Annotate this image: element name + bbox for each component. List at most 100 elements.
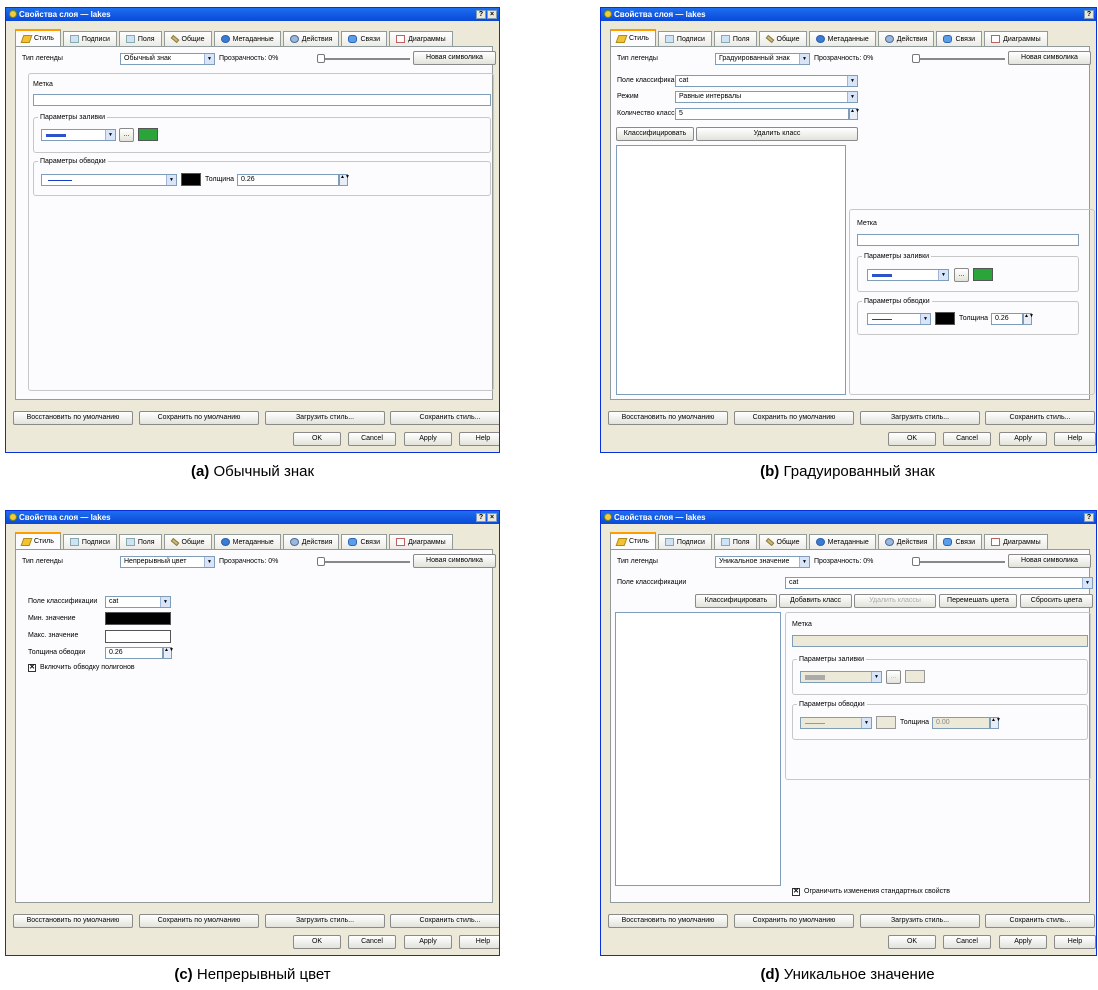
- help-button[interactable]: Help: [1054, 935, 1096, 949]
- add-class-button[interactable]: Добавить класс: [779, 594, 852, 608]
- save-style-button[interactable]: Сохранить стиль...: [985, 411, 1095, 425]
- load-style-button[interactable]: Загрузить стиль...: [265, 411, 385, 425]
- tab-general[interactable]: Общие: [758, 31, 807, 46]
- transparency-slider[interactable]: [318, 58, 410, 60]
- class-field-combo[interactable]: cat ▼: [105, 596, 171, 608]
- label-input[interactable]: [857, 234, 1079, 246]
- restrict-checkbox[interactable]: ✕: [792, 888, 800, 896]
- tab-diagrams[interactable]: Диаграммы: [389, 31, 453, 46]
- outline-style-combo[interactable]: ▼: [41, 174, 177, 186]
- cancel-button[interactable]: Cancel: [943, 935, 991, 949]
- save-default-button[interactable]: Сохранить по умолчанию: [734, 411, 854, 425]
- label-input[interactable]: [33, 94, 491, 106]
- new-symbology-button[interactable]: Новая символика: [1008, 51, 1091, 65]
- close-title-button[interactable]: ×: [487, 10, 497, 19]
- tab-style[interactable]: Стиль: [15, 532, 61, 549]
- class-list[interactable]: [615, 612, 781, 886]
- spin-arrows-icon[interactable]: ▲▼: [339, 174, 350, 186]
- new-symbology-button[interactable]: Новая символика: [1008, 554, 1091, 568]
- save-style-button[interactable]: Сохранить стиль...: [390, 914, 499, 928]
- tab-joins[interactable]: Связи: [936, 31, 983, 46]
- slider-handle[interactable]: [912, 557, 920, 566]
- fill-style-combo[interactable]: ▼: [800, 671, 882, 683]
- slider-handle[interactable]: [317, 557, 325, 566]
- thickness-input[interactable]: 0.26: [991, 313, 1023, 325]
- apply-button[interactable]: Apply: [999, 935, 1047, 949]
- slider-handle[interactable]: [912, 54, 920, 63]
- load-style-button[interactable]: Загрузить стиль...: [860, 914, 980, 928]
- tab-metadata[interactable]: Метаданные: [213, 534, 281, 549]
- restore-default-button[interactable]: Восстановить по умолчанию: [13, 914, 133, 928]
- min-color-button[interactable]: [105, 612, 171, 625]
- ok-button[interactable]: OK: [293, 935, 341, 949]
- load-style-button[interactable]: Загрузить стиль...: [265, 914, 385, 928]
- tab-actions[interactable]: Действия: [877, 534, 935, 549]
- legend-type-combo[interactable]: Градуированный знак ▼: [715, 53, 810, 65]
- class-field-combo[interactable]: cat ▼: [675, 75, 858, 87]
- help-button[interactable]: Help: [459, 432, 499, 446]
- tab-style[interactable]: Стиль: [610, 29, 656, 46]
- restore-default-button[interactable]: Восстановить по умолчанию: [608, 914, 728, 928]
- ok-button[interactable]: OK: [888, 432, 936, 446]
- outline-color-button[interactable]: [935, 312, 955, 325]
- tab-joins[interactable]: Связи: [341, 534, 388, 549]
- spin-arrows-icon[interactable]: ▲▼: [849, 108, 860, 120]
- fill-style-combo[interactable]: ▼: [41, 129, 116, 141]
- tab-general[interactable]: Общие: [163, 31, 212, 46]
- transparency-slider[interactable]: [913, 58, 1005, 60]
- more-button[interactable]: ...: [886, 670, 901, 684]
- cancel-button[interactable]: Cancel: [943, 432, 991, 446]
- tab-labels[interactable]: Подписи: [657, 534, 712, 549]
- tab-metadata[interactable]: Метаданные: [213, 31, 281, 46]
- tab-labels[interactable]: Подписи: [62, 31, 117, 46]
- delete-class-button[interactable]: Удалить класс: [696, 127, 858, 141]
- reset-colors-button[interactable]: Сбросить цвета: [1020, 594, 1093, 608]
- save-style-button[interactable]: Сохранить стиль...: [985, 914, 1095, 928]
- help-button[interactable]: Help: [459, 935, 499, 949]
- cancel-button[interactable]: Cancel: [348, 935, 396, 949]
- outline-width-input[interactable]: 0.26: [105, 647, 163, 659]
- ok-button[interactable]: OK: [293, 432, 341, 446]
- label-input[interactable]: [792, 635, 1088, 647]
- thickness-input[interactable]: 0.26: [237, 174, 339, 186]
- tab-joins[interactable]: Связи: [936, 534, 983, 549]
- save-default-button[interactable]: Сохранить по умолчанию: [139, 914, 259, 928]
- apply-button[interactable]: Apply: [404, 935, 452, 949]
- cancel-button[interactable]: Cancel: [348, 432, 396, 446]
- outline-color-button[interactable]: [876, 716, 896, 729]
- tab-diagrams[interactable]: Диаграммы: [984, 534, 1048, 549]
- transparency-slider[interactable]: [913, 561, 1005, 563]
- legend-type-combo[interactable]: Обычный знак ▼: [120, 53, 215, 65]
- help-title-button[interactable]: ?: [476, 10, 486, 19]
- legend-type-combo[interactable]: Непрерывный цвет ▼: [120, 556, 215, 568]
- tab-metadata[interactable]: Метаданные: [808, 534, 876, 549]
- outline-style-combo[interactable]: ▼: [800, 717, 872, 729]
- outline-color-button[interactable]: [181, 173, 201, 186]
- restore-default-button[interactable]: Восстановить по умолчанию: [608, 411, 728, 425]
- spin-arrows-icon[interactable]: ▲▼: [990, 717, 1001, 729]
- tab-diagrams[interactable]: Диаграммы: [984, 31, 1048, 46]
- fill-color-button[interactable]: [905, 670, 925, 683]
- tab-general[interactable]: Общие: [163, 534, 212, 549]
- shuffle-colors-button[interactable]: Перемешать цвета: [939, 594, 1017, 608]
- fill-color-button[interactable]: [973, 268, 993, 281]
- more-button[interactable]: ...: [954, 268, 969, 282]
- help-button[interactable]: Help: [1054, 432, 1096, 446]
- mode-combo[interactable]: Равные интервалы ▼: [675, 91, 858, 103]
- more-button[interactable]: ...: [119, 128, 134, 142]
- spin-arrows-icon[interactable]: ▲▼: [1023, 313, 1034, 325]
- tab-style[interactable]: Стиль: [15, 29, 61, 46]
- class-field-combo[interactable]: cat ▼: [785, 577, 1093, 589]
- classes-input[interactable]: 5: [675, 108, 849, 120]
- apply-button[interactable]: Apply: [404, 432, 452, 446]
- legend-type-combo[interactable]: Уникальное значение ▼: [715, 556, 810, 568]
- save-default-button[interactable]: Сохранить по умолчанию: [139, 411, 259, 425]
- apply-button[interactable]: Apply: [999, 432, 1047, 446]
- class-list[interactable]: [616, 145, 846, 395]
- transparency-slider[interactable]: [318, 561, 410, 563]
- tab-metadata[interactable]: Метаданные: [808, 31, 876, 46]
- help-title-button[interactable]: ?: [476, 513, 486, 522]
- fill-color-button[interactable]: [138, 128, 158, 141]
- fill-style-combo[interactable]: ▼: [867, 269, 949, 281]
- outline-style-combo[interactable]: ▼: [867, 313, 931, 325]
